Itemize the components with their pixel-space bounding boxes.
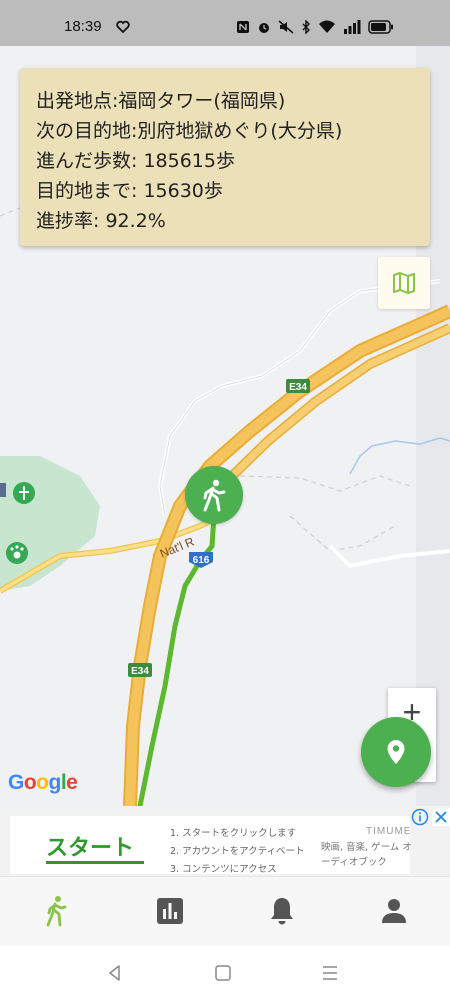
progress-rate-label: 進捗率: 92.2% xyxy=(36,210,166,232)
mute-icon xyxy=(278,20,294,34)
steps-walked-label: 進んだ歩数: 185615歩 xyxy=(36,150,235,172)
route-616-text: 616 xyxy=(193,555,210,566)
back-icon[interactable] xyxy=(105,963,125,983)
ad-description: 映画, 音楽, ゲーム オーディオブック xyxy=(321,842,412,868)
trail-path xyxy=(239,475,411,492)
signal-icon xyxy=(344,20,361,34)
paw-icon xyxy=(13,551,21,559)
trail-path xyxy=(289,515,396,552)
walk-icon xyxy=(46,896,67,927)
ad-step: 2. アカウントをアクティベート xyxy=(170,846,305,857)
ad-brand: TIMUME xyxy=(366,826,412,837)
ad-banner[interactable]: スタート 1. スタートをクリックします 2. アカウントをアクティベート 3.… xyxy=(0,806,450,876)
system-nav-bar xyxy=(0,946,450,1000)
bottom-nav xyxy=(0,876,450,946)
stats-icon xyxy=(157,898,183,924)
alarm-icon xyxy=(259,23,269,33)
bluetooth-icon xyxy=(302,20,310,34)
status-icons xyxy=(236,19,394,35)
map-icon xyxy=(393,272,415,294)
highway-e34-ramp xyxy=(207,323,450,509)
nfc-icon xyxy=(237,21,249,33)
ad-step: 1. スタートをクリックします xyxy=(170,828,297,839)
steps-remaining-label: 目的地まで: 15630歩 xyxy=(36,180,223,202)
ad-content[interactable]: スタート 1. スタートをクリックします 2. アカウントをアクティベート 3.… xyxy=(10,816,412,875)
home-icon[interactable] xyxy=(213,963,233,983)
e34-shield-upper-text: E34 xyxy=(289,382,307,393)
progress-info-card: 出発地点:福岡タワー(福岡県) 次の目的地:別府地獄めぐり(大分県) 進んだ歩数… xyxy=(20,68,430,246)
menu-icon[interactable] xyxy=(320,963,340,983)
notifications-icon xyxy=(271,898,293,925)
nav-stats[interactable] xyxy=(152,893,188,929)
google-letter: e xyxy=(66,771,78,794)
poi-edge-marker xyxy=(0,483,6,497)
nav-walk[interactable] xyxy=(38,893,74,929)
google-letter: o xyxy=(36,771,49,794)
location-pin-icon xyxy=(387,740,405,764)
map-type-button[interactable] xyxy=(378,257,430,309)
google-letter: G xyxy=(8,771,24,794)
battery-icon xyxy=(368,20,393,34)
profile-icon xyxy=(382,899,406,923)
start-point-label: 出発地点:福岡タワー(福岡県) xyxy=(36,90,286,112)
google-letter: g xyxy=(48,771,62,794)
e34-shield-lower-text: E34 xyxy=(131,666,149,677)
ad-info-icon[interactable] xyxy=(411,808,429,826)
my-location-button[interactable] xyxy=(361,717,431,787)
ad-close-icon[interactable] xyxy=(432,808,450,826)
status-bar: 18:39 xyxy=(0,0,450,46)
google-logo: Google xyxy=(8,771,78,795)
current-position-marker[interactable] xyxy=(185,466,243,524)
park-area xyxy=(0,456,100,591)
nav-profile[interactable] xyxy=(376,893,412,929)
heart-icon xyxy=(116,20,130,34)
highway-e34-ramp-fill xyxy=(209,324,450,508)
nav-notifications[interactable] xyxy=(264,893,300,929)
walking-person-icon xyxy=(203,479,226,512)
wifi-icon xyxy=(319,20,335,33)
ad-start-link[interactable]: スタート xyxy=(46,830,134,862)
ad-cta-underline xyxy=(46,861,144,864)
next-destination-label: 次の目的地:別府地獄めぐり(大分県) xyxy=(36,120,343,142)
status-time: 18:39 xyxy=(64,18,102,35)
google-letter: o xyxy=(23,771,37,794)
ad-steps: 1. スタートをクリックします 2. アカウントをアクティベート 3. コンテン… xyxy=(170,825,305,879)
